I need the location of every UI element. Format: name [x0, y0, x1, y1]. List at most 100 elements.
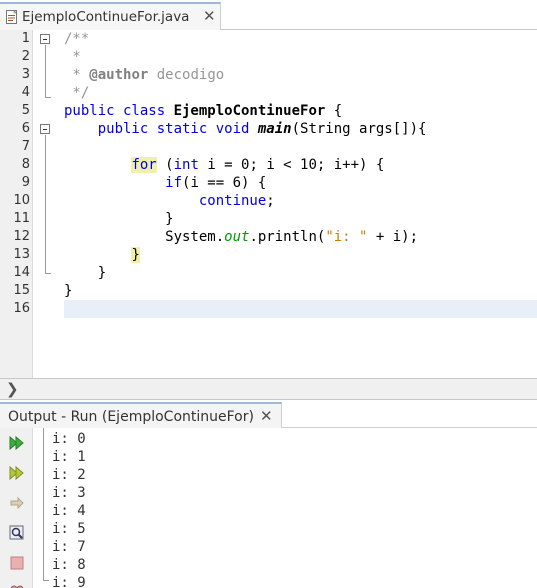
- current-line-highlight: [64, 300, 537, 318]
- fold-guide: [45, 45, 46, 97]
- fold-toggle-icon[interactable]: [40, 124, 50, 134]
- editor-tab-bar: EjemploContinueFor.java ✕: [0, 0, 537, 30]
- code-line: * @author decodigo: [64, 66, 224, 84]
- code-line: }: [64, 210, 174, 228]
- line-number-gutter: 1 2 3 4 5 6 7 8 9 10 11 12 13 14 15 16: [0, 30, 33, 378]
- code-line: /**: [64, 30, 89, 48]
- code-token: */: [64, 85, 90, 101]
- java-file-icon: [6, 10, 18, 24]
- line-number: 4: [21, 85, 30, 100]
- output-line: i: 8: [52, 557, 86, 573]
- rerun-with-options-icon[interactable]: [8, 464, 26, 482]
- code-token: }: [64, 283, 73, 299]
- editor-tab[interactable]: EjemploContinueFor.java ✕: [0, 2, 221, 30]
- output-line: i: 0: [52, 431, 86, 447]
- code-token: (i == 6) {: [182, 175, 267, 191]
- code-token: main: [257, 121, 292, 137]
- navigation-bar: ❯: [0, 378, 537, 400]
- output-line: i: 1: [52, 449, 86, 465]
- output-line: i: 4: [52, 503, 86, 519]
- line-number: 10: [13, 193, 30, 208]
- fold-guide: [45, 135, 46, 273]
- close-icon[interactable]: ✕: [260, 407, 273, 425]
- code-token: EjemploContinueFor: [173, 103, 326, 119]
- code-line: if(i == 6) {: [64, 174, 266, 192]
- code-token: .println(: [249, 229, 326, 245]
- output-line: i: 9: [52, 575, 86, 588]
- line-number: 6: [21, 121, 30, 136]
- code-line: */: [64, 84, 89, 102]
- output-panel: Output - Run (EjemploContinueFor) ✕ i: 0…: [0, 400, 537, 588]
- code-line: System.out.println("i: " + i);: [64, 228, 418, 246]
- code-token: "i: ": [325, 229, 368, 245]
- settings-icon[interactable]: [8, 580, 26, 588]
- line-number: 12: [13, 229, 30, 244]
- code-token: continue: [198, 193, 267, 209]
- code-token: ;: [266, 193, 275, 209]
- code-token: /**: [64, 31, 90, 47]
- editor-tab-title: EjemploContinueFor.java: [22, 9, 190, 25]
- line-number: 5: [21, 103, 30, 118]
- code-token: }: [131, 247, 140, 263]
- fold-guide-end: [45, 97, 51, 98]
- code-line: public class EjemploContinueFor {: [64, 102, 342, 120]
- step-icon[interactable]: [8, 494, 26, 512]
- fold-guide-end: [45, 273, 51, 274]
- code-token: int: [173, 157, 199, 173]
- code-token: i = 0; i < 10; i++) {: [198, 157, 385, 173]
- chevron-right-icon[interactable]: ❯: [6, 380, 19, 398]
- output-fold-guide: [43, 428, 44, 580]
- output-line: i: 5: [52, 521, 86, 537]
- output-tab[interactable]: Output - Run (EjemploContinueFor) ✕: [0, 402, 282, 428]
- code-token: *: [64, 67, 90, 83]
- code-token: public static void: [97, 121, 258, 137]
- line-number: 15: [13, 283, 30, 298]
- code-editor[interactable]: 1 2 3 4 5 6 7 8 9 10 11 12 13 14 15 16 /** * * @author …: [0, 30, 537, 378]
- line-number: 9: [21, 175, 30, 190]
- output-fold-guide-end: [43, 580, 49, 581]
- code-token: + i);: [367, 229, 419, 245]
- code-token: @author: [89, 67, 149, 83]
- output-line: i: 2: [52, 467, 86, 483]
- code-token: for: [131, 157, 157, 173]
- code-line: *: [64, 48, 81, 66]
- line-number: 11: [13, 211, 30, 226]
- output-tab-title: Output - Run (EjemploContinueFor): [8, 409, 254, 425]
- code-token: }: [64, 211, 174, 227]
- line-number: 16: [13, 301, 30, 316]
- rerun-icon[interactable]: [8, 434, 26, 452]
- line-number: 3: [21, 67, 30, 82]
- line-number: 8: [21, 157, 30, 172]
- code-line: }: [64, 264, 106, 282]
- code-token: }: [64, 265, 107, 281]
- close-icon[interactable]: ✕: [203, 7, 216, 25]
- fold-toggle-icon[interactable]: [40, 34, 50, 44]
- code-token: public class: [64, 103, 174, 119]
- stop-icon[interactable]: [8, 554, 26, 572]
- code-token: (String args[]){: [291, 121, 427, 137]
- output-toolbar: [0, 428, 33, 588]
- output-line: i: 3: [52, 485, 86, 501]
- code-token: {: [325, 103, 343, 119]
- output-line: i: 7: [52, 539, 86, 555]
- code-line: }: [64, 282, 72, 300]
- code-line: continue;: [64, 192, 275, 210]
- find-icon[interactable]: [8, 524, 26, 542]
- code-line: }: [64, 246, 140, 264]
- line-number: 13: [13, 247, 30, 262]
- code-token: if: [165, 175, 183, 191]
- code-line: for (int i = 0; i < 10; i++) {: [64, 156, 384, 174]
- line-number: 1: [21, 31, 30, 46]
- line-number: 7: [21, 139, 30, 154]
- code-token: (: [156, 157, 174, 173]
- code-token: out: [224, 229, 250, 245]
- code-token: System.: [64, 229, 225, 245]
- output-tab-bar: Output - Run (EjemploContinueFor) ✕: [0, 400, 537, 428]
- code-token: decodigo: [148, 67, 225, 83]
- code-line: public static void main(String args[]){: [64, 120, 427, 138]
- code-token: *: [64, 49, 81, 65]
